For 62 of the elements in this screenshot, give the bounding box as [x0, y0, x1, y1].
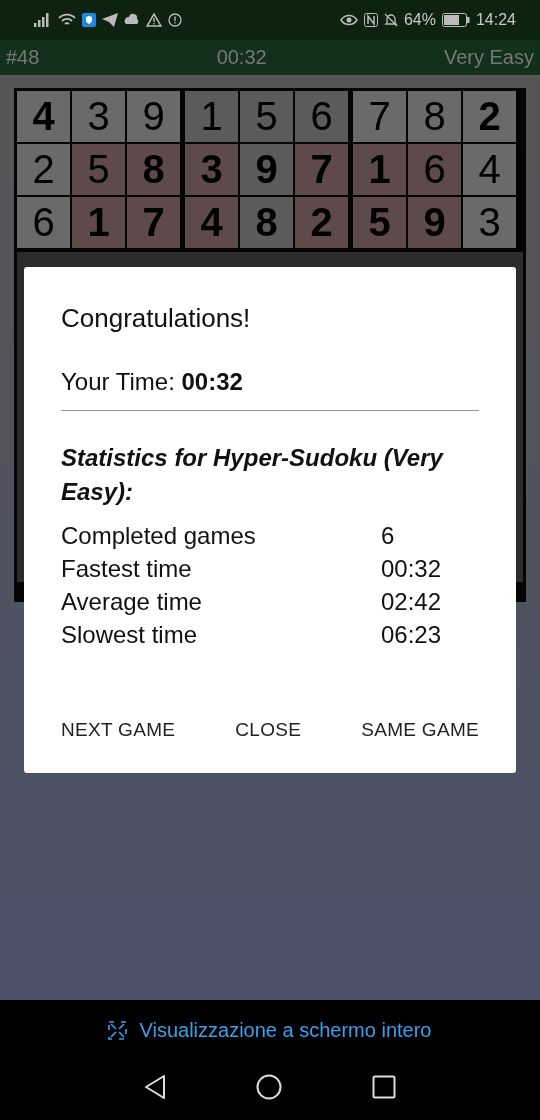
game-timer: 00:32: [216, 46, 267, 69]
recents-icon[interactable]: [372, 1075, 396, 1099]
sudoku-cell[interactable]: 5: [353, 197, 406, 248]
dialog-button[interactable]: SAME GAME: [361, 713, 479, 747]
clock: 14:24: [475, 11, 516, 29]
home-icon[interactable]: [256, 1074, 282, 1100]
bell-muted-icon: [383, 13, 398, 27]
sudoku-cell[interactable]: 2: [17, 144, 70, 195]
battery-icon: [441, 13, 470, 27]
sudoku-cell[interactable]: 4: [17, 91, 70, 142]
sudoku-cell[interactable]: 6: [17, 197, 70, 248]
sudoku-cell[interactable]: 7: [127, 197, 180, 248]
sudoku-cell[interactable]: 1: [72, 197, 125, 248]
difficulty-label: Very Easy: [443, 46, 534, 69]
shield-icon: [82, 13, 96, 27]
cloud-icon: [124, 13, 140, 27]
sudoku-cell[interactable]: 3: [185, 144, 238, 195]
stat-value: 00:32: [381, 554, 443, 584]
warning-icon: [146, 13, 162, 27]
dialog-button[interactable]: CLOSE: [235, 713, 302, 747]
stat-label: Average time: [61, 587, 203, 617]
stat-value: 06:23: [381, 620, 443, 650]
sudoku-cell[interactable]: 8: [408, 91, 461, 142]
sudoku-cell[interactable]: 1: [185, 91, 238, 142]
sudoku-cell[interactable]: 2: [463, 91, 516, 142]
nfc-icon: [363, 13, 378, 27]
sudoku-cell[interactable]: 7: [353, 91, 406, 142]
alert-icon: [168, 13, 182, 27]
sudoku-cell[interactable]: 8: [127, 144, 180, 195]
sudoku-cell[interactable]: 7: [295, 144, 348, 195]
sudoku-cell[interactable]: 5: [72, 144, 125, 195]
back-icon[interactable]: [144, 1074, 166, 1100]
signal-icon: [34, 13, 52, 27]
paper-plane-icon: [102, 13, 118, 27]
battery-percent: 64%: [403, 11, 436, 29]
stat-label: Completed games: [61, 521, 257, 551]
sudoku-cell[interactable]: 3: [463, 197, 516, 248]
stat-label: Fastest time: [61, 554, 193, 584]
sudoku-cell[interactable]: 3: [72, 91, 125, 142]
sudoku-cell[interactable]: 1: [353, 144, 406, 195]
sudoku-cell[interactable]: 6: [408, 144, 461, 195]
eye-icon: [339, 14, 358, 26]
sudoku-cell[interactable]: 4: [463, 144, 516, 195]
wifi-icon: [58, 13, 76, 27]
game-number: #48: [6, 46, 40, 69]
stat-label: Slowest time: [61, 620, 199, 650]
sudoku-cell[interactable]: 8: [240, 197, 293, 248]
fullscreen-link[interactable]: Visualizzazione a schermo intero: [139, 1019, 432, 1042]
sudoku-cell[interactable]: 9: [240, 144, 293, 195]
stat-value: 02:42: [381, 587, 443, 617]
sudoku-cell[interactable]: 2: [295, 197, 348, 248]
sudoku-cell[interactable]: 4: [185, 197, 238, 248]
dialog-button[interactable]: NEXT GAME: [61, 713, 176, 747]
dialog-title: Congratulations!: [61, 303, 252, 334]
sudoku-cell[interactable]: 9: [127, 91, 180, 142]
your-time-text: Your Time: 00:32: [61, 368, 244, 396]
statistics-heading: Statistics for Hyper-Sudoku (Very Easy):: [61, 443, 445, 507]
fullscreen-icon: [108, 1021, 128, 1040]
stat-value: 6: [381, 521, 396, 551]
sudoku-cell[interactable]: 6: [295, 91, 348, 142]
sudoku-cell[interactable]: 9: [408, 197, 461, 248]
sudoku-cell[interactable]: 5: [240, 91, 293, 142]
